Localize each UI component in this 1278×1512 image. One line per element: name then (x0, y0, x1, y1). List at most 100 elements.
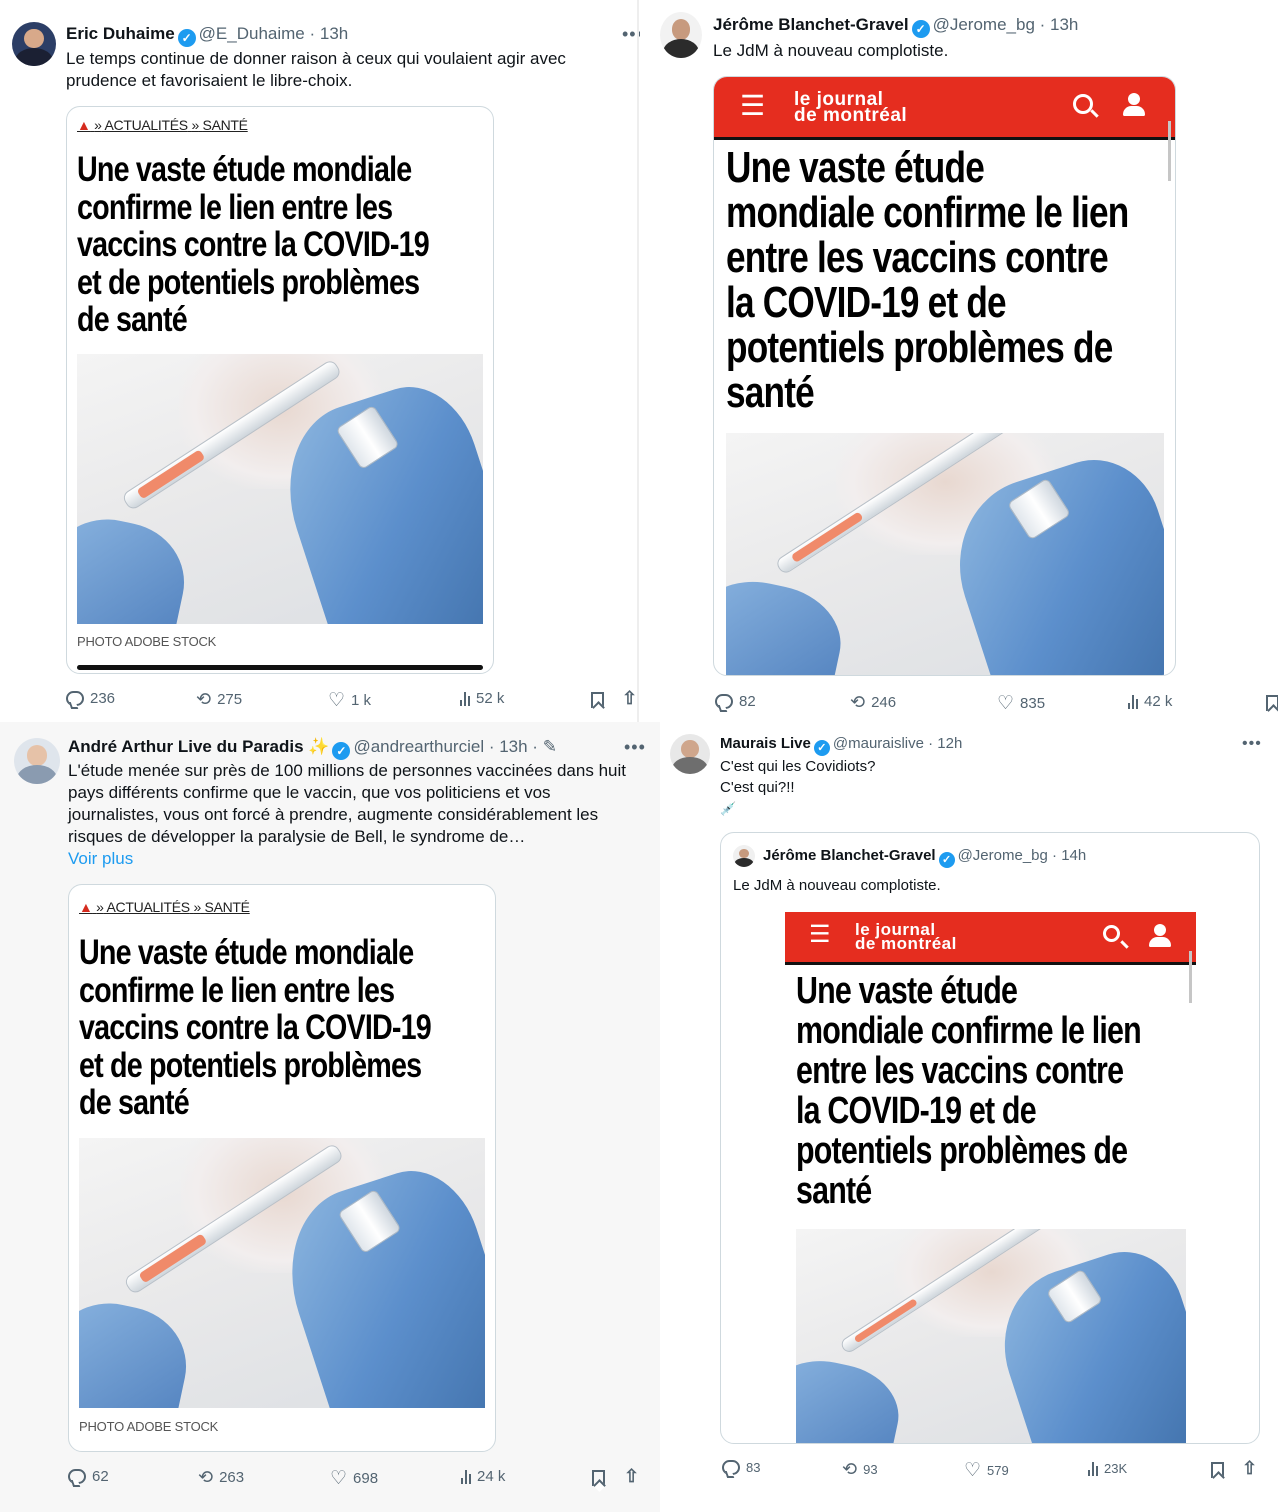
breadcrumb-sante[interactable]: SANTÉ (203, 117, 248, 133)
verified-badge-icon: ✓ (813, 740, 830, 756)
retweet-count: 263 (219, 1469, 245, 1486)
jdm-logo[interactable]: le journal de montréal (794, 90, 907, 125)
article-photo[interactable] (79, 1138, 485, 1408)
like-button[interactable]: ♡ 698 (330, 1467, 378, 1490)
tweet-time[interactable]: · 12h (928, 735, 962, 752)
breadcrumb-actualites[interactable]: ACTUALITÉS (106, 899, 190, 915)
more-options-icon[interactable]: ••• (1242, 735, 1262, 753)
share-button[interactable]: ⇧ (1242, 1458, 1257, 1479)
menu-icon[interactable]: ☰ (740, 92, 765, 120)
headline-line: la COVID-19 et de (796, 1090, 1037, 1132)
views-button[interactable]: 52 k (460, 690, 504, 707)
breadcrumb-actualites[interactable]: ACTUALITÉS (104, 117, 188, 133)
author-handle[interactable]: @andrearthurciel (353, 737, 484, 756)
reply-button[interactable]: 83 (722, 1460, 760, 1475)
tweet-time[interactable]: · 13h (309, 24, 348, 43)
edited-pencil-icon[interactable]: ✎ (543, 737, 557, 756)
share-button[interactable]: ⇧ (622, 688, 637, 709)
reply-button[interactable]: 62 (68, 1468, 109, 1485)
bookmark-button[interactable] (592, 1470, 605, 1486)
views-button[interactable]: 24 k (461, 1468, 505, 1485)
panel-divider (637, 0, 639, 722)
article-card[interactable]: ▲ » ACTUALITÉS » SANTÉ Une vaste étude m… (66, 106, 494, 674)
reply-count: 83 (746, 1460, 761, 1475)
user-icon[interactable] (1149, 924, 1171, 948)
article-card[interactable]: ▲ » ACTUALITÉS » SANTÉ Une vaste étude m… (68, 884, 496, 1452)
headline-line: et de potentiels problèmes (79, 1045, 422, 1085)
avatar[interactable] (670, 734, 710, 774)
tweet-text-line: C'est qui les Covidiots? (720, 758, 876, 775)
show-more-link[interactable]: Voir plus (68, 848, 648, 870)
jdm-header-bar: ☰ le journal de montréal (714, 77, 1175, 137)
reply-icon (715, 694, 733, 709)
article-headline: Une vaste étude mondiale confirme le lie… (726, 145, 1174, 415)
home-icon[interactable]: ▲ (79, 899, 93, 915)
quoted-avatar[interactable] (733, 845, 755, 867)
quoted-handle[interactable]: @Jerome_bg (958, 847, 1048, 864)
home-icon[interactable]: ▲ (77, 117, 91, 133)
verified-badge-icon: ✓ (332, 742, 351, 760)
jdm-logo[interactable]: le journal de montréal (855, 921, 957, 953)
views-icon (1128, 694, 1138, 709)
share-button[interactable]: ⇧ (624, 1466, 639, 1487)
like-button[interactable]: ♡ 579 (964, 1459, 1009, 1482)
reply-count: 82 (739, 693, 756, 710)
avatar[interactable] (660, 12, 702, 58)
views-count: 42 k (1144, 693, 1173, 710)
menu-icon[interactable]: ☰ (809, 923, 831, 947)
article-photo[interactable] (796, 1229, 1186, 1443)
author-name[interactable]: André Arthur Live du Paradis (68, 737, 304, 756)
article-photo[interactable] (726, 433, 1164, 675)
headline-line: mondiale confirme le lien (796, 1010, 1142, 1052)
views-button[interactable]: 23K (1088, 1461, 1127, 1476)
tweet-andre-arthur[interactable]: André Arthur Live du Paradis ✨ ✓ @andreart… (0, 722, 660, 1512)
author-handle[interactable]: @Jerome_bg (933, 15, 1035, 34)
author-name[interactable]: Maurais Live (720, 735, 811, 752)
views-icon (461, 1469, 471, 1484)
author-handle[interactable]: @E_Duhaime (199, 24, 305, 43)
avatar[interactable] (14, 738, 60, 784)
headline-line: entre les vaccins contre (796, 1050, 1124, 1092)
bookmark-button[interactable] (1211, 1462, 1224, 1478)
avatar[interactable] (12, 22, 56, 66)
retweet-button[interactable]: ⟲ 246 (850, 692, 896, 713)
tweet-text: Le temps continue de donner raison à ceu… (66, 48, 566, 92)
quoted-time[interactable]: · 14h (1052, 847, 1086, 864)
reply-button[interactable]: 236 (66, 690, 115, 707)
tweet-jerome-blanchet-gravel[interactable]: Jérôme Blanchet-Gravel ✓ @Jerome_bg · 13h … (640, 0, 1278, 722)
retweet-button[interactable]: ⟲ 263 (198, 1467, 244, 1488)
quoted-tweet[interactable]: Jérôme Blanchet-Gravel ✓ @Jerome_bg · 14h … (720, 832, 1260, 1444)
retweet-button[interactable]: ⟲ 275 (196, 689, 242, 710)
retweet-button[interactable]: ⟲ 93 (842, 1459, 878, 1480)
more-options-icon[interactable]: ••• (624, 737, 646, 758)
tweet-time[interactable]: · 13h · (489, 737, 538, 756)
tweet-time[interactable]: · 13h (1040, 15, 1079, 34)
reply-button[interactable]: 82 (715, 693, 756, 710)
bookmark-button[interactable] (1266, 695, 1278, 711)
views-button[interactable]: 42 k (1128, 693, 1172, 710)
author-handle[interactable]: @mauraislive (833, 735, 924, 752)
views-count: 52 k (476, 690, 505, 707)
author-name[interactable]: Eric Duhaime (66, 24, 175, 43)
user-icon[interactable] (1123, 93, 1145, 117)
headline-line: confirme le lien entre les (79, 970, 395, 1010)
reply-count: 62 (92, 1468, 109, 1485)
tweet-maurais-live[interactable]: Maurais Live ✓ @mauraislive · 12h ••• C'es… (660, 722, 1278, 1512)
article-screenshot-card[interactable]: ☰ le journal de montréal Une vaste étude… (713, 76, 1176, 676)
tweet-eric-duhaime[interactable]: Eric Duhaime✓@E_Duhaime · 13h ••• Le tem… (0, 0, 640, 722)
search-icon[interactable] (1073, 94, 1093, 114)
retweet-icon: ⟲ (198, 1467, 214, 1487)
like-button[interactable]: ♡ 835 (997, 692, 1045, 715)
headline-line: potentiels problèmes de (796, 1130, 1128, 1172)
article-photo[interactable] (77, 354, 483, 624)
search-icon[interactable] (1103, 925, 1120, 942)
bookmark-button[interactable] (591, 692, 604, 708)
breadcrumb-sante[interactable]: SANTÉ (205, 899, 250, 915)
retweet-count: 275 (217, 691, 243, 708)
like-button[interactable]: ♡ 1 k (328, 689, 371, 712)
quoted-author-name[interactable]: Jérôme Blanchet-Gravel (763, 847, 936, 864)
syringe-icon: 💉 (720, 801, 737, 816)
breadcrumb-separator: » (193, 899, 201, 915)
author-name[interactable]: Jérôme Blanchet-Gravel (713, 15, 909, 34)
breadcrumb: ▲ » ACTUALITÉS » SANTÉ (77, 117, 248, 133)
